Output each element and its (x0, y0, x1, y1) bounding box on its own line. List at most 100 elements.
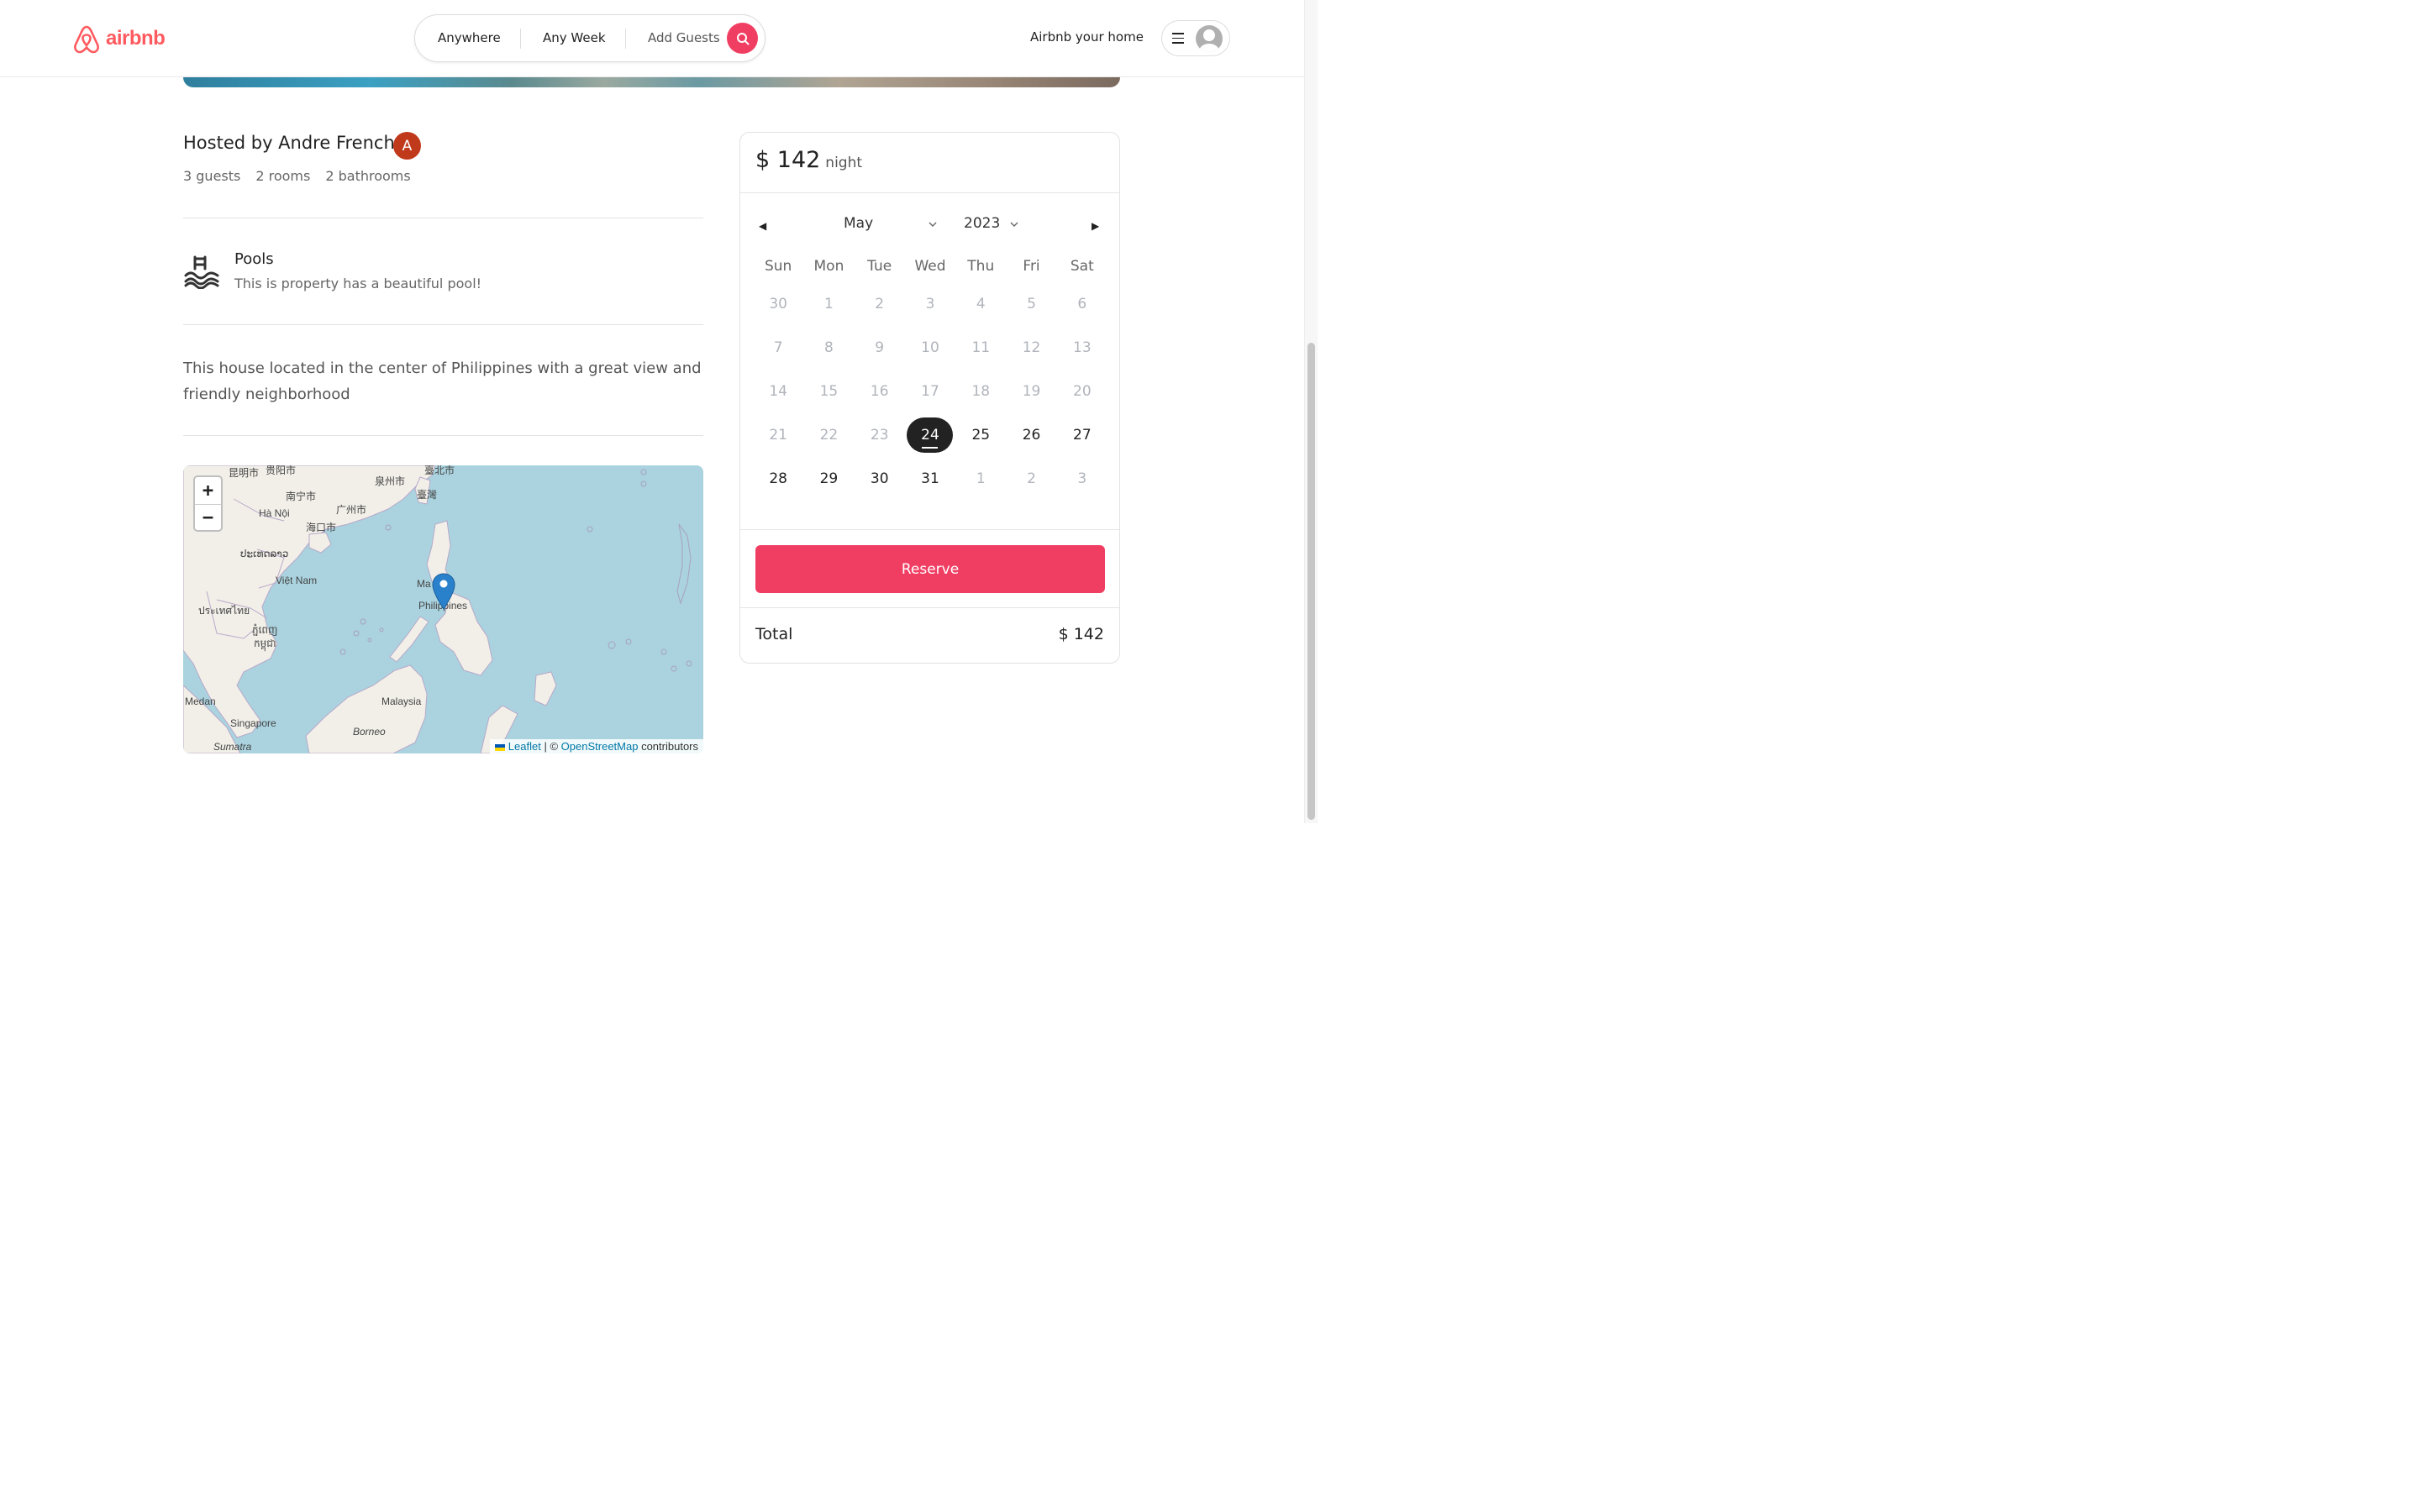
rooms-count: 2 rooms (255, 168, 311, 184)
calendar-day: 1 (824, 296, 834, 312)
map-label: ປະເທດລາວ (240, 548, 289, 559)
map-label: Borneo (353, 726, 386, 738)
leaflet-link[interactable]: Leaflet (508, 740, 541, 753)
calendar-day: 20 (1073, 383, 1092, 400)
calendar-day: 3 (925, 296, 935, 312)
map-pin-icon[interactable] (432, 573, 455, 610)
map-label: 南宁市 (286, 491, 317, 502)
guests-count: 3 guests (183, 168, 241, 184)
calendar-day-selected[interactable]: 24 (905, 417, 955, 453)
map-label: ประเทศไทย (198, 605, 250, 617)
map-label: Singapore (230, 717, 276, 729)
calendar-day[interactable]: 27 (1057, 417, 1107, 453)
calendar-day: 14 (769, 383, 787, 400)
search-icon (736, 32, 749, 45)
calendar-day: 2 (875, 296, 885, 312)
reserve-button[interactable]: Reserve (755, 545, 1105, 593)
top-nav: airbnb Anywhere Any Week Add Guests Airb… (0, 0, 1304, 77)
calendar-day: 6 (1077, 296, 1087, 312)
osm-link[interactable]: OpenStreetMap (561, 740, 639, 753)
calendar-day: 18 (971, 383, 991, 400)
calendar-day[interactable]: 31 (905, 461, 955, 496)
map-label: 臺灣 (417, 489, 438, 501)
weekday-label: Fri (1023, 258, 1040, 275)
host-title: Hosted by Andre French (183, 133, 395, 153)
calendar-day[interactable]: 26 (1006, 417, 1056, 453)
zoom-in-button[interactable]: + (195, 477, 221, 504)
listing-photo[interactable] (183, 77, 1120, 87)
listing-stats: 3 guests 2 rooms 2 bathrooms (183, 168, 411, 184)
next-month-icon[interactable]: ▶ (1092, 220, 1099, 232)
calendar-day[interactable]: 30 (855, 461, 905, 496)
pool-icon (184, 255, 219, 289)
zoom-out-button[interactable]: − (195, 504, 221, 530)
map-label: Malaysia (381, 696, 422, 707)
month-select[interactable]: May (844, 215, 873, 232)
search-anywhere[interactable]: Anywhere (438, 30, 501, 45)
calendar-day: 13 (1073, 339, 1092, 356)
listing-description: This house located in the center of Phil… (183, 360, 702, 403)
year-select[interactable]: 2023 (964, 215, 1000, 232)
calendar-day: 21 (769, 427, 787, 444)
calendar-day[interactable]: 25 (955, 417, 1006, 453)
calendar-day: 23 (870, 427, 889, 444)
calendar-day[interactable]: 28 (753, 461, 803, 496)
chevron-down-icon[interactable] (1010, 220, 1018, 228)
host-avatar[interactable]: A (393, 132, 421, 160)
map-label: 广州市 (336, 504, 367, 516)
calendar-day: 2 (1027, 470, 1036, 487)
nightly-price: $ 142 night (755, 147, 862, 173)
card-divider (740, 192, 1119, 193)
search-any-week[interactable]: Any Week (543, 30, 606, 45)
airbnb-your-home-link[interactable]: Airbnb your home (1030, 29, 1144, 45)
calendar-day: 7 (773, 339, 783, 356)
bathrooms-count: 2 bathrooms (325, 168, 411, 184)
card-divider (740, 529, 1119, 530)
map-label: កម្ពុជា (254, 638, 276, 649)
price-unit: night (825, 155, 863, 171)
user-menu-button[interactable] (1161, 20, 1230, 56)
location-map[interactable]: 昆明市 贵阳市 南宁市 泉州市 臺北市 臺灣 广州市 Hà Nội 海口市 ປະ… (183, 465, 703, 753)
weekday-label: Mon (813, 258, 844, 275)
search-add-guests[interactable]: Add Guests (648, 30, 720, 45)
menu-icon (1172, 33, 1184, 47)
weekday-label: Tue (867, 258, 892, 275)
airbnb-logo-icon (74, 25, 99, 54)
calendar-day: 15 (819, 383, 839, 400)
calendar-day: 16 (870, 383, 889, 400)
map-attribution: Leaflet | © OpenStreetMap contributors (490, 739, 703, 753)
calendar-day: 22 (819, 427, 839, 444)
calendar-week: 14 15 16 17 18 19 20 (753, 370, 1107, 413)
search-button[interactable] (727, 23, 758, 54)
calendar-week: 28 29 30 31 1 2 3 (753, 457, 1107, 501)
search-bar[interactable]: Anywhere Any Week Add Guests (414, 14, 765, 62)
booking-card: $ 142 night ◀ May 2023 ▶ Sun Mon Tue Wed… (739, 132, 1120, 664)
calendar-week: 30 1 2 3 4 5 6 (753, 282, 1107, 326)
calendar-day: 17 (921, 383, 939, 400)
weekday-label: Thu (967, 258, 995, 275)
map-label: 泉州市 (375, 475, 406, 487)
calendar-day[interactable]: 29 (803, 461, 854, 496)
attribution-contributors: contributors (641, 740, 698, 753)
user-avatar-icon (1199, 29, 1219, 52)
search-divider (625, 29, 626, 49)
weekday-header: Sun Mon Tue Wed Thu Fri Sat (753, 250, 1107, 282)
chevron-down-icon[interactable] (929, 220, 937, 228)
search-divider (520, 29, 521, 49)
calendar-day: 11 (971, 339, 991, 356)
calendar-day: 12 (1022, 339, 1041, 356)
prev-month-icon[interactable]: ◀ (759, 220, 766, 232)
airbnb-logo[interactable]: airbnb (72, 24, 166, 54)
map-label: Medan (185, 696, 216, 707)
total-value: $ 142 (1058, 625, 1104, 643)
feature-description: This is property has a beautiful pool! (234, 276, 482, 291)
section-divider (183, 324, 703, 325)
calendar-day: 5 (1027, 296, 1036, 312)
calendar-day: 30 (769, 296, 787, 312)
calendar-grid: Sun Mon Tue Wed Thu Fri Sat 30 1 2 3 4 5 6 7 8 9 1… (753, 250, 1107, 501)
avatar (1196, 25, 1223, 52)
scrollbar-thumb[interactable] (1307, 343, 1315, 820)
total-label: Total (755, 625, 793, 643)
price-amount: $ 142 (755, 147, 821, 173)
map-label: 贵阳市 (266, 465, 297, 476)
